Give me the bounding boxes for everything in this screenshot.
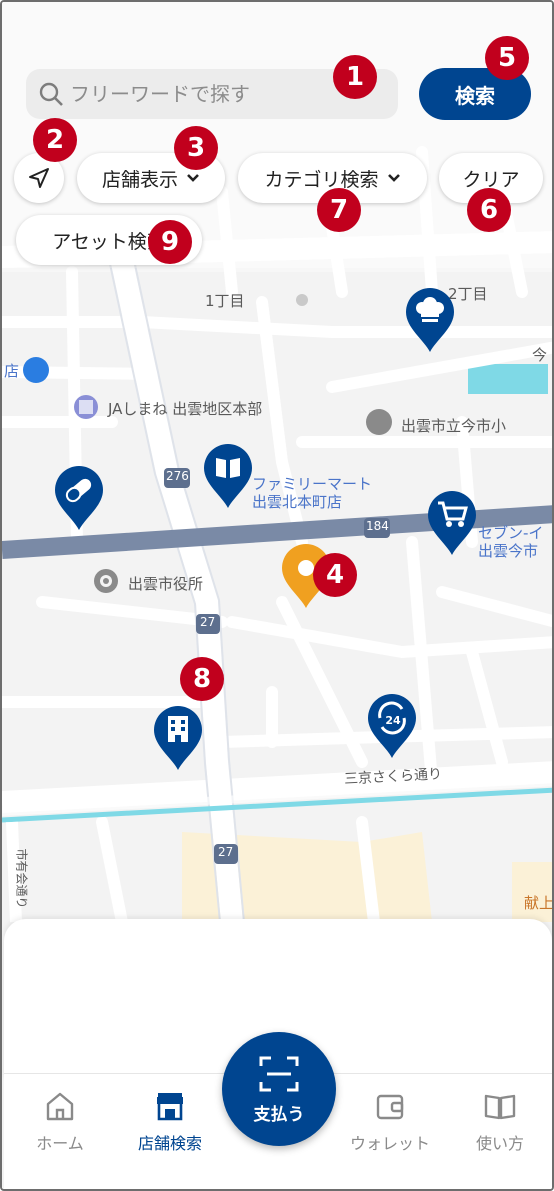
map-label-school: 出雲市立今市小 [401,417,507,435]
route-184: 184 [366,519,389,533]
tab-store-search-label: 店舗検索 [137,1134,202,1153]
map-label-left-edge: 店 [4,362,20,380]
search-input[interactable] [70,82,370,106]
tab-how-to[interactable]: 使い方 [450,1088,550,1154]
store-icon [157,1093,183,1121]
badge-5: 5 [485,36,529,80]
tab-wallet[interactable]: ウォレット [340,1088,440,1154]
badge-3: 3 [174,126,218,170]
pay-label: 支払う [253,1104,305,1125]
badge-8: 8 [180,657,224,701]
tab-home-label: ホーム [36,1134,84,1153]
tab-how-to-label: 使い方 [475,1134,524,1153]
category-search-label: カテゴリ検索 [264,168,379,191]
24h-icon[interactable]: 24 [366,692,418,760]
store-display-label: 店舗表示 [101,168,178,191]
route-27-upper: 27 [200,615,216,629]
map-label-seven-2: 出雲今市 [478,542,539,560]
tab-wallet-label: ウォレット [349,1134,430,1153]
map-label-ja: JAしまね 出雲地区本部 [108,400,263,418]
chevron-down-icon [187,174,199,182]
app-frame: 1丁目 2丁目 今 店 JAしまね 出雲地区本部 出雲市立今市小 ファミリーマー… [0,0,554,1191]
map-label-ima: 今 [532,346,548,364]
badge-9: 9 [148,220,192,264]
chevron-down-icon [387,174,400,182]
home-icon [46,1092,74,1121]
chef-hat-icon[interactable] [404,286,456,354]
badge-4: 4 [313,553,357,597]
tab-home[interactable]: ホーム [10,1088,110,1154]
map-label-bottom-right: 献上 [524,894,554,912]
pay-button[interactable]: 支払う [222,1032,336,1146]
cart-icon[interactable] [426,489,478,557]
route-27-lower: 27 [218,845,234,859]
badge-2: 2 [33,118,77,162]
book-icon [484,1094,516,1120]
wallet-icon [376,1094,404,1120]
tab-store-search[interactable]: 店舗検索 [120,1088,220,1154]
scan-icon [259,1056,299,1091]
map-label-famima-2: 出雲北本町店 [252,493,343,511]
badge-6: 6 [467,188,511,232]
pill-icon[interactable] [53,464,105,532]
book-pin-icon[interactable] [202,442,254,510]
map-label-cityhall: 出雲市役所 [128,575,204,593]
navigation-arrow-icon [29,168,49,188]
badge-1: 1 [333,55,377,99]
svg-text:24: 24 [385,714,401,727]
route-276: 276 [166,469,189,483]
search-icon [39,82,63,106]
map-label-1chome: 1丁目 [205,292,245,310]
badge-7: 7 [317,188,361,232]
map-label-left-vertical: 市有会通り [14,848,29,909]
building-icon[interactable] [152,704,204,772]
